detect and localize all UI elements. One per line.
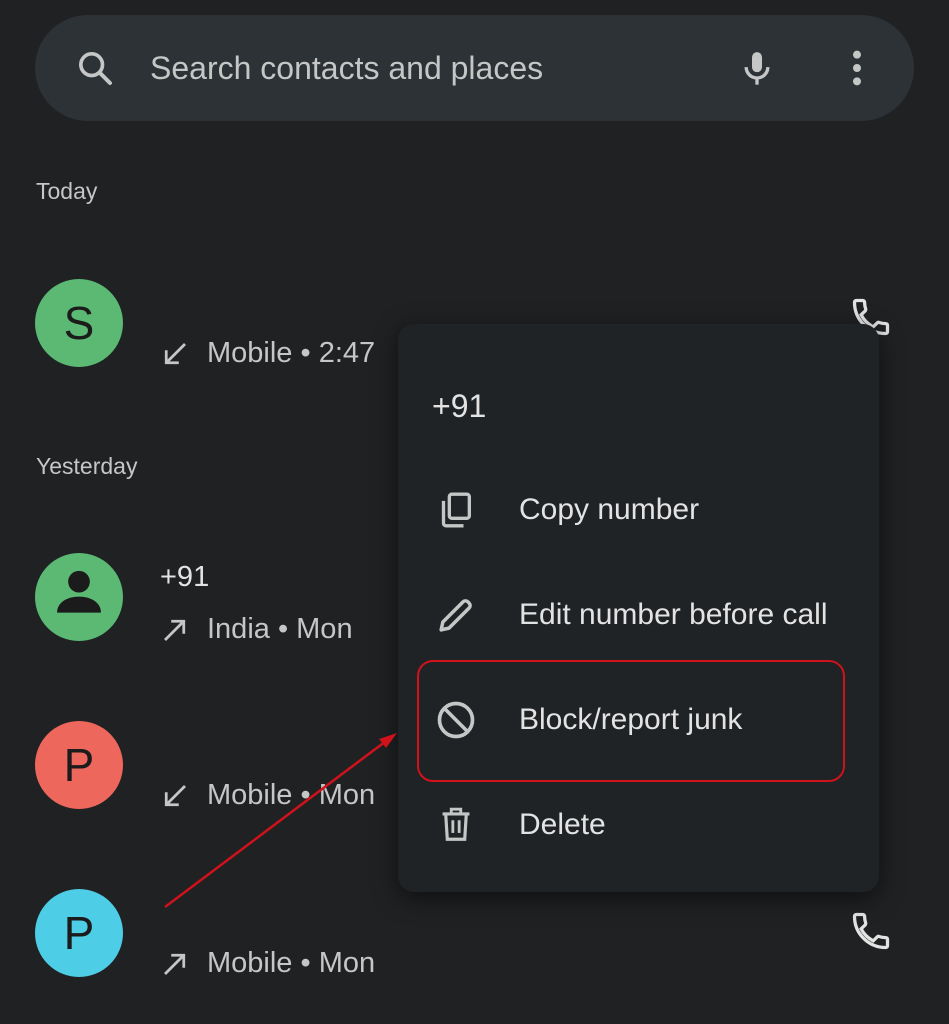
call-meta-text: Mobile • 2:47	[207, 337, 376, 369]
caller-number: +91	[160, 561, 210, 593]
call-meta: India • Mon	[160, 613, 353, 646]
search-icon	[73, 15, 117, 121]
outgoing-call-icon	[160, 615, 190, 645]
context-menu: +91 Copy number Edit number before call …	[398, 324, 879, 892]
mic-icon[interactable]	[735, 15, 779, 121]
call-meta: Mobile • Mon	[160, 947, 375, 980]
section-header-yesterday: Yesterday	[36, 453, 138, 479]
phone-icon	[849, 909, 893, 958]
person-icon	[48, 561, 110, 634]
incoming-call-icon	[160, 781, 190, 811]
menu-item-block-report-junk[interactable]: Block/report junk	[398, 667, 879, 772]
outgoing-call-icon	[160, 949, 190, 979]
menu-item-label: Block/report junk	[519, 703, 743, 736]
avatar: P	[35, 721, 123, 809]
menu-item-label: Delete	[519, 808, 606, 841]
menu-title-number: +91	[432, 388, 487, 424]
more-vert-icon[interactable]	[835, 15, 879, 121]
avatar	[35, 553, 123, 641]
search-bar[interactable]: Search contacts and places	[35, 15, 914, 121]
menu-item-label: Edit number before call	[519, 598, 828, 631]
pencil-icon	[432, 562, 480, 667]
call-log-row[interactable]: P Mobile • Mon	[0, 889, 949, 999]
menu-item-label: Copy number	[519, 493, 700, 526]
section-header-today: Today	[36, 178, 98, 204]
call-meta-text: India • Mon	[207, 613, 353, 645]
avatar: S	[35, 279, 123, 367]
trash-icon	[432, 772, 480, 877]
call-meta: Mobile • Mon	[160, 779, 375, 812]
menu-item-delete[interactable]: Delete	[398, 772, 879, 877]
menu-item-edit-number[interactable]: Edit number before call	[398, 562, 879, 667]
copy-icon	[432, 457, 480, 562]
call-button[interactable]	[845, 907, 897, 959]
call-meta: Mobile • 2:47	[160, 337, 375, 370]
menu-item-copy-number[interactable]: Copy number	[398, 457, 879, 562]
call-meta-text: Mobile • Mon	[207, 947, 376, 979]
incoming-call-icon	[160, 339, 190, 369]
avatar: P	[35, 889, 123, 977]
search-input[interactable]: Search contacts and places	[150, 15, 543, 121]
block-icon	[432, 667, 480, 772]
call-meta-text: Mobile • Mon	[207, 779, 376, 811]
